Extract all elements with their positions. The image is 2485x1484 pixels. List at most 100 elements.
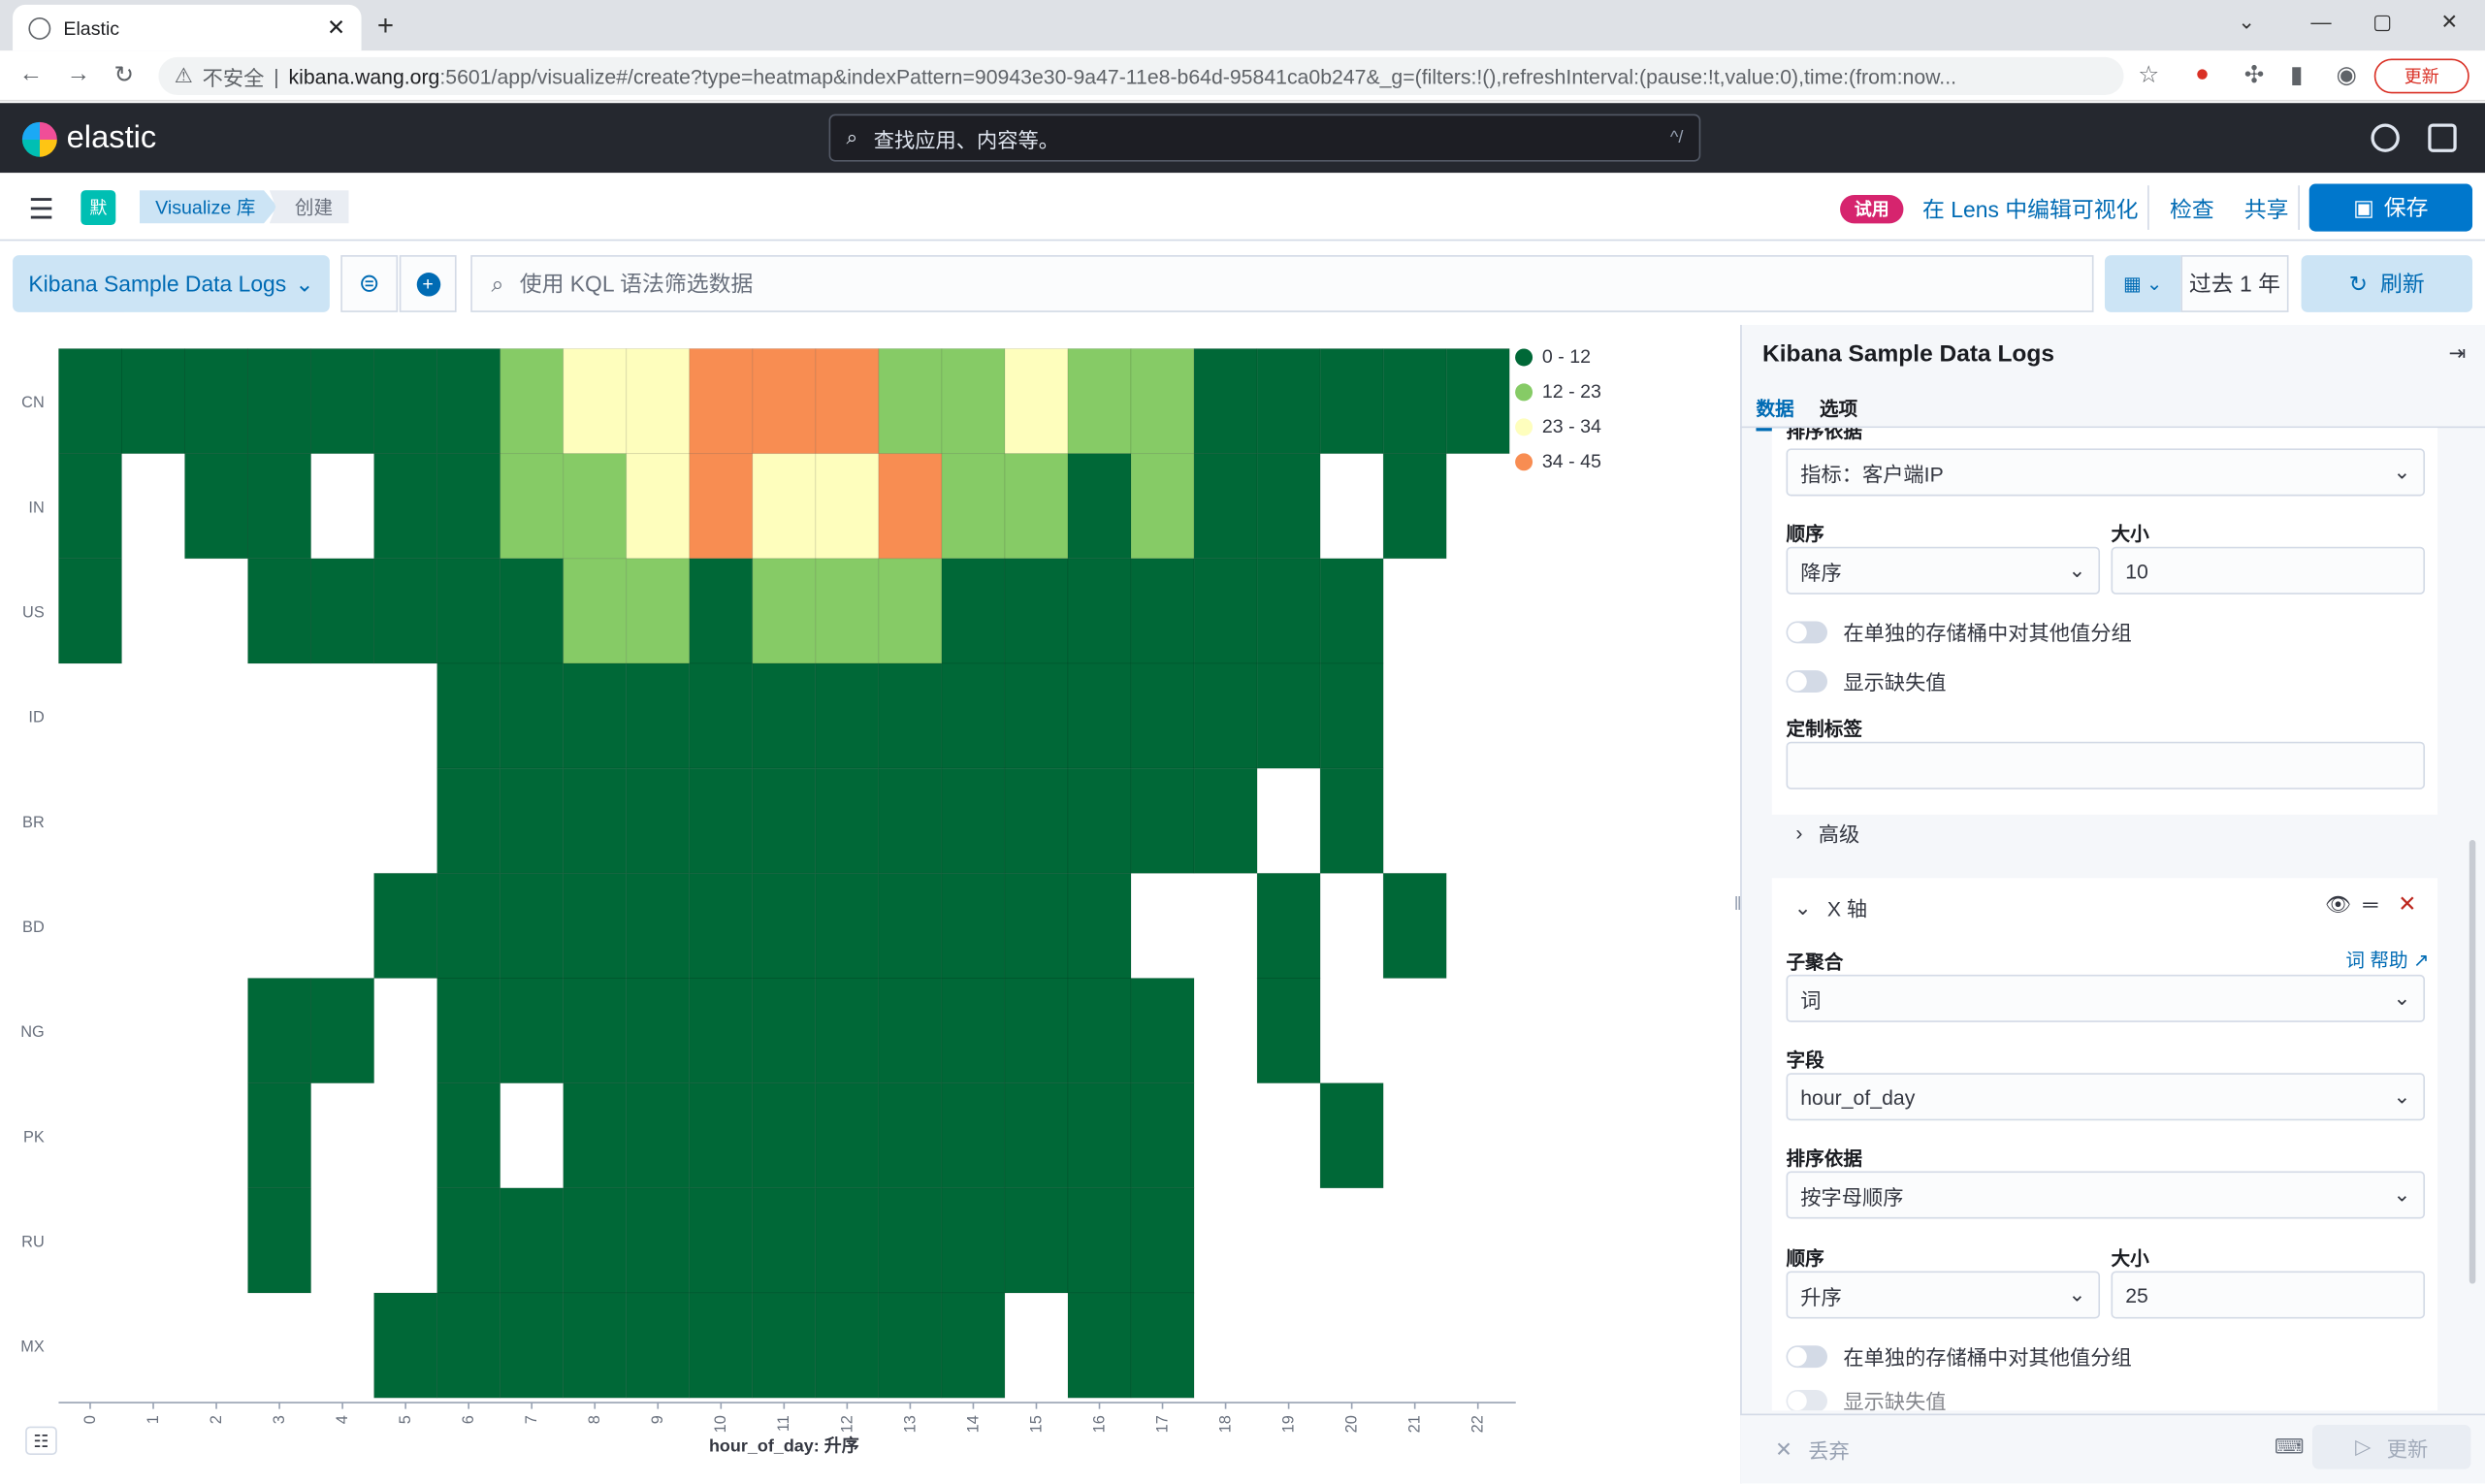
tab-options[interactable]: 选项 — [1820, 395, 1857, 422]
x-group-other-toggle[interactable]: 在单独的存储桶中对其他值分组 — [1786, 1340, 2132, 1371]
tab-search-icon[interactable]: ⌄ — [2238, 10, 2255, 35]
x-tick-label: 0 — [81, 1415, 99, 1424]
legend-item[interactable]: 0 - 12 — [1515, 339, 1601, 374]
global-search-input[interactable]: ⌕ 查找应用、内容等。 ^/ — [828, 113, 1701, 162]
heatmap-cell — [500, 978, 565, 1084]
eye-icon[interactable]: 👁 — [2325, 892, 2351, 918]
switch[interactable] — [1786, 620, 1828, 643]
update-button[interactable]: ▷ 更新 — [2312, 1424, 2471, 1469]
tab-data[interactable]: 数据 — [1756, 395, 1794, 432]
size-input[interactable]: 10 — [2111, 546, 2426, 595]
refresh-button[interactable]: ↻ 刷新 — [2301, 255, 2473, 312]
order-by-select[interactable]: 指标：客户端IP ⌄ — [1786, 448, 2426, 497]
heatmap-cell — [310, 348, 375, 455]
x-order-by-value: 按字母顺序 — [1800, 1184, 1904, 1209]
inspect-link[interactable]: 检查 — [2170, 193, 2214, 225]
tab-close-icon[interactable]: ✕ — [327, 15, 345, 42]
group-other-toggle[interactable]: 在单独的存储桶中对其他值分组 — [1786, 617, 2132, 647]
add-filter-button[interactable]: + — [399, 255, 457, 312]
forward-icon[interactable]: → — [67, 60, 91, 87]
profile-icon[interactable]: ◉ — [2337, 60, 2357, 89]
edit-in-lens-link[interactable]: 在 Lens 中编辑可视化 — [1922, 193, 2138, 225]
legend-item[interactable]: 23 - 34 — [1515, 409, 1601, 444]
heatmap-cell — [878, 558, 943, 664]
x-order-select[interactable]: 升序 ⌄ — [1786, 1271, 2101, 1319]
back-icon[interactable]: ← — [19, 60, 44, 87]
sub-agg-select[interactable]: 词 ⌄ — [1786, 974, 2426, 1022]
heatmap-cell — [1445, 348, 1510, 455]
field-select[interactable]: hour_of_day ⌄ — [1786, 1073, 2426, 1121]
x-tick-label: 3 — [271, 1415, 288, 1424]
heatmap-cell — [247, 348, 311, 455]
x-tick-label: 8 — [586, 1415, 603, 1424]
x-size-input[interactable]: 25 — [2111, 1271, 2426, 1319]
bookmark-star-icon[interactable]: ☆ — [2138, 60, 2159, 89]
heatmap-cell — [1004, 767, 1069, 874]
heatmap-cell — [58, 453, 122, 560]
extension-icon[interactable]: ● — [2195, 60, 2210, 87]
panel-scrollbar[interactable] — [2469, 840, 2476, 1284]
elastic-logo[interactable]: elastic — [21, 120, 156, 157]
date-range-display[interactable]: 过去 1 年 — [2180, 255, 2289, 312]
maximize-icon[interactable]: ▢ — [2372, 10, 2392, 35]
sidepanel-icon[interactable]: ▮ — [2290, 60, 2304, 89]
menu-icon[interactable]: ☰ — [28, 193, 53, 226]
breadcrumb-visualize[interactable]: Visualize 库 — [139, 190, 278, 224]
terms-help-link[interactable]: 词 帮助 ↗ — [2345, 946, 2429, 973]
legend-toggle-icon[interactable]: ☷ — [25, 1426, 57, 1456]
url-field[interactable]: ⚠ 不安全 | kibana.wang.org :5601/app/visual… — [158, 56, 2124, 96]
heatmap-cell — [878, 662, 943, 769]
remove-icon[interactable]: ✕ — [2398, 890, 2416, 918]
new-tab-icon[interactable]: + — [377, 10, 394, 43]
switch[interactable] — [1786, 1344, 1828, 1368]
browser-tab[interactable]: Elastic ✕ — [13, 4, 362, 51]
x-order-by-label: 排序依据 — [1786, 1147, 1862, 1170]
browser-update-button[interactable]: 更新 — [2373, 58, 2469, 94]
heatmap-cell — [626, 767, 691, 874]
puzzle-icon[interactable]: ✣ — [2244, 60, 2265, 89]
help-icon[interactable] — [2371, 123, 2400, 152]
refresh-label: 刷新 — [2380, 271, 2425, 297]
switch[interactable] — [1786, 1390, 1828, 1411]
heatmap-cell — [626, 1187, 691, 1294]
heatmap-cell — [1382, 872, 1447, 979]
kql-search-input[interactable]: ⌕ 使用 KQL 语法筛选数据 — [470, 255, 2094, 312]
discard-button[interactable]: ✕ 丢弃 — [1775, 1435, 1850, 1465]
advanced-toggle[interactable]: › 高级 — [1795, 818, 1859, 848]
index-pattern-selector[interactable]: Kibana Sample Data Logs ⌄ — [13, 255, 330, 312]
collapse-sidebar-icon[interactable]: ⇥ — [2449, 340, 2467, 366]
refresh-icon: ↻ — [2348, 270, 2368, 296]
heatmap-cell — [626, 1292, 691, 1399]
reload-icon[interactable]: ↻ — [114, 60, 135, 89]
legend-item[interactable]: 34 - 45 — [1515, 444, 1601, 479]
save-button[interactable]: ▣ 保存 — [2308, 183, 2473, 232]
external-link-icon: ↗ — [2413, 949, 2430, 972]
share-link[interactable]: 共享 — [2244, 193, 2289, 225]
x-axis-header[interactable]: ⌄ X 轴 — [1794, 892, 1867, 922]
news-icon[interactable] — [2428, 123, 2457, 152]
heatmap-cell — [752, 558, 817, 664]
switch[interactable] — [1786, 669, 1828, 693]
heatmap-cell — [752, 1292, 817, 1399]
legend-item[interactable]: 12 - 23 — [1515, 374, 1601, 409]
chevron-down-icon: ⌄ — [2393, 985, 2411, 1010]
field-value: hour_of_day — [1800, 1084, 1916, 1109]
x-show-missing-toggle[interactable]: 显示缺失值 — [1786, 1390, 1947, 1411]
date-picker-button[interactable]: ▦ ⌄ — [2104, 255, 2181, 312]
heatmap-cell — [815, 1292, 880, 1399]
minimize-icon[interactable]: — — [2310, 10, 2331, 34]
keyboard-icon[interactable]: ⌨ — [2275, 1435, 2305, 1460]
show-missing-toggle[interactable]: 显示缺失值 — [1786, 665, 1947, 695]
drag-handle-icon[interactable]: ═ — [2363, 892, 2377, 917]
x-order-by-select[interactable]: 按字母顺序 ⌄ — [1786, 1171, 2426, 1219]
custom-label-input[interactable] — [1786, 741, 2426, 790]
filter-menu-button[interactable]: ⊜ — [340, 255, 399, 312]
space-avatar[interactable]: 默 — [81, 190, 116, 226]
window-close-icon[interactable]: ✕ — [2440, 10, 2458, 35]
order-select[interactable]: 降序 ⌄ — [1786, 546, 2101, 595]
divider — [2298, 185, 2300, 230]
heatmap-cell — [310, 558, 375, 664]
heatmap-cell — [1130, 978, 1195, 1084]
heatmap-cell — [1130, 1292, 1195, 1399]
heatmap-cell — [1067, 558, 1132, 664]
